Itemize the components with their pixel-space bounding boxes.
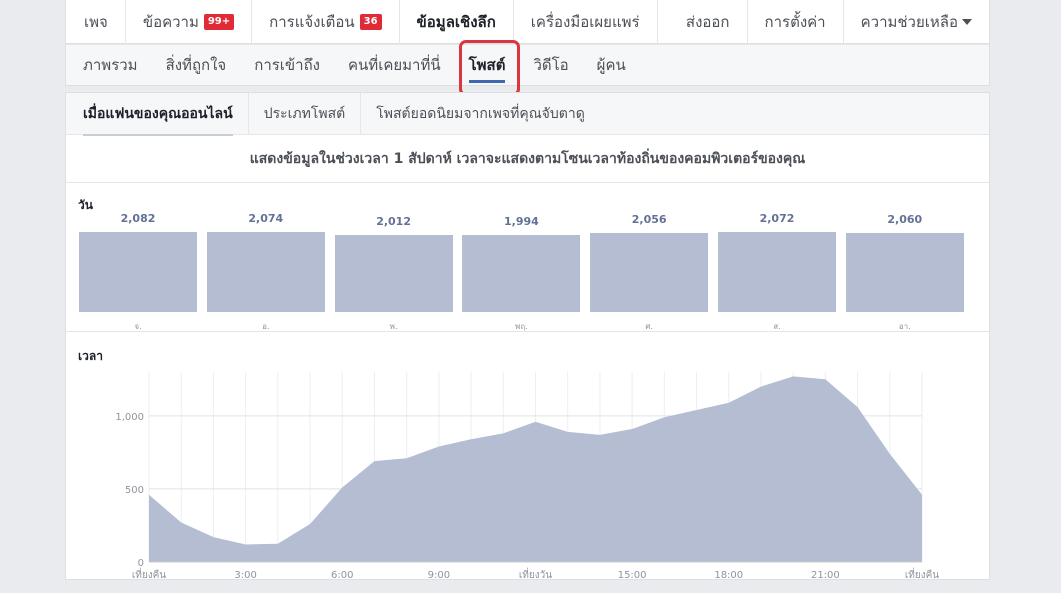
nav-page[interactable]: เพจ xyxy=(66,0,126,44)
day-column: 2,060 อา. xyxy=(845,184,964,332)
nav-notifications[interactable]: การแจ้งเตือน 36 xyxy=(252,0,400,44)
day-column: 2,074 อ. xyxy=(206,184,325,332)
y-tick-label: 0 xyxy=(138,558,144,569)
day-column: 2,012 พ. xyxy=(334,184,453,332)
day-bar[interactable] xyxy=(206,232,325,312)
tab-post-types[interactable]: ประเภทโพสต์ xyxy=(249,92,362,135)
days-bar-chart: วัน 2,082 จ. 2,074 อ. 2,012 พ. 1,994 พฤ. 2,056 ศ.… xyxy=(66,184,989,332)
y-tick-label: 500 xyxy=(125,485,144,496)
day-value-label: 2,082 xyxy=(120,212,156,225)
nav-insights[interactable]: ข้อมูลเชิงลึก xyxy=(400,0,514,44)
time-area-chart-section: เวลา 0 500 1,000 เที่ยงคืน 3:00 6:00 9:00 เที่ย… xyxy=(66,333,989,581)
day-category-label: จ. xyxy=(134,322,142,331)
subnav-people[interactable]: ผู้คน xyxy=(583,44,640,86)
posts-insights-card: เมื่อแฟนของคุณออนไลน์ ประเภทโพสต์ โพสต์ย… xyxy=(65,92,990,581)
nav-settings-label: การตั้งค่า xyxy=(764,12,826,31)
x-tick-label: 21:00 xyxy=(811,570,840,579)
tab-top-posts-watched-pages[interactable]: โพสต์ยอดนิยมจากเพจที่คุณจับตาดู xyxy=(361,93,600,135)
day-value-label: 2,074 xyxy=(248,212,284,225)
day-category-label: พฤ. xyxy=(515,322,528,331)
nav-settings[interactable]: การตั้งค่า xyxy=(746,0,843,44)
day-column: 2,056 ศ. xyxy=(590,184,709,332)
day-value-label: 2,072 xyxy=(759,212,795,225)
subnav-posts[interactable]: โพสต์ xyxy=(455,44,520,86)
subnav-posts-label: โพสต์ xyxy=(468,56,506,74)
day-column: 2,082 จ. xyxy=(79,184,197,332)
time-area-chart: 0 500 1,000 เที่ยงคืน 3:00 6:00 9:00 เที่ยงวัน 1… xyxy=(115,372,939,581)
day-value-label: 2,012 xyxy=(376,215,411,228)
nav-export[interactable]: ส่งออก xyxy=(669,0,747,44)
chevron-down-icon xyxy=(962,18,972,25)
subnav-visits[interactable]: คนที่เคยมาที่นี่ xyxy=(334,44,455,86)
subnav-overview[interactable]: ภาพรวม xyxy=(69,44,152,86)
day-value-label: 1,994 xyxy=(503,215,539,228)
tab-post-types-label: ประเภทโพสต์ xyxy=(263,105,346,122)
tab-when-fans-online-label: เมื่อแฟนของคุณออนไลน์ xyxy=(83,105,233,122)
nav-export-label: ส่งออก xyxy=(685,12,730,31)
x-tick-label: 18:00 xyxy=(714,570,743,579)
day-column: 2,072 ส. xyxy=(718,184,836,332)
x-tick-label: เที่ยงวัน xyxy=(519,567,552,579)
day-category-label: อ. xyxy=(262,322,270,331)
subnav-reach[interactable]: การเข้าถึง xyxy=(240,44,334,86)
day-bar[interactable] xyxy=(718,232,836,312)
subnav-videos-label: วิดีโอ xyxy=(533,56,569,74)
tab-top-posts-watched-pages-label: โพสต์ยอดนิยมจากเพจที่คุณจับตาดู xyxy=(376,105,585,122)
day-bar[interactable] xyxy=(845,233,964,312)
subnav-likes-label: สิ่งที่ถูกใจ xyxy=(165,56,227,74)
day-bar[interactable] xyxy=(79,232,197,312)
day-bar[interactable] xyxy=(334,235,453,312)
subnav-videos[interactable]: วิดีโอ xyxy=(519,44,582,86)
subnav-likes[interactable]: สิ่งที่ถูกใจ xyxy=(152,44,241,86)
tab-when-fans-online[interactable]: เมื่อแฟนของคุณออนไลน์ xyxy=(68,92,249,136)
day-category-label: อา. xyxy=(898,322,911,331)
subnav-people-label: ผู้คน xyxy=(596,56,626,74)
page-top-nav: เพจ ข้อความ 99+ การแจ้งเตือน 36 ข้อมูลเชิง… xyxy=(65,0,990,44)
nav-help-label: ความช่วยเหลือ xyxy=(860,12,958,31)
day-bar[interactable] xyxy=(590,233,709,312)
nav-insights-label: ข้อมูลเชิงลึก xyxy=(416,12,496,31)
y-tick-label: 1,000 xyxy=(115,412,144,423)
x-tick-label: 15:00 xyxy=(618,570,647,579)
day-value-label: 2,060 xyxy=(887,213,923,226)
x-tick-label: เที่ยงคืน xyxy=(905,567,939,579)
x-tick-label: 9:00 xyxy=(428,570,450,579)
nav-notifications-label: การแจ้งเตือน xyxy=(269,12,355,31)
day-category-label: พ. xyxy=(389,322,398,331)
x-tick-label: 3:00 xyxy=(234,570,256,579)
time-chart-title: เวลา xyxy=(78,349,103,363)
day-category-label: ศ. xyxy=(645,322,653,331)
nav-page-label: เพจ xyxy=(84,12,108,31)
nav-help[interactable]: ความช่วยเหลือ xyxy=(842,0,989,44)
posts-tabs: เมื่อแฟนของคุณออนไลน์ ประเภทโพสต์ โพสต์ย… xyxy=(66,92,989,136)
insights-sub-nav: ภาพรวม สิ่งที่ถูกใจ การเข้าถึง คนที่เคยม… xyxy=(65,44,990,86)
day-column: 1,994 พฤ. xyxy=(462,184,581,332)
nav-messages-label: ข้อความ xyxy=(142,12,199,31)
notifications-count-badge: 36 xyxy=(359,13,382,30)
day-category-label: ส. xyxy=(773,322,781,331)
nav-messages[interactable]: ข้อความ 99+ xyxy=(126,0,253,44)
timezone-note: แสดงข้อมูลในช่วงเวลา 1 สัปดาห์ เวลาจะแสด… xyxy=(66,135,989,183)
nav-publishing-tools-label: เครื่องมือเผยแพร่ xyxy=(530,12,640,31)
nav-publishing-tools[interactable]: เครื่องมือเผยแพร่ xyxy=(514,0,658,44)
day-value-label: 2,056 xyxy=(631,213,667,226)
subnav-overview-label: ภาพรวม xyxy=(83,56,138,74)
x-tick-label: 6:00 xyxy=(331,570,353,579)
subnav-reach-label: การเข้าถึง xyxy=(254,56,321,74)
messages-count-badge: 99+ xyxy=(203,13,235,30)
nav-right-group: ส่งออก การตั้งค่า ความช่วยเหลือ xyxy=(669,0,989,44)
subnav-visits-label: คนที่เคยมาที่นี่ xyxy=(348,56,441,74)
day-bar[interactable] xyxy=(462,235,581,312)
